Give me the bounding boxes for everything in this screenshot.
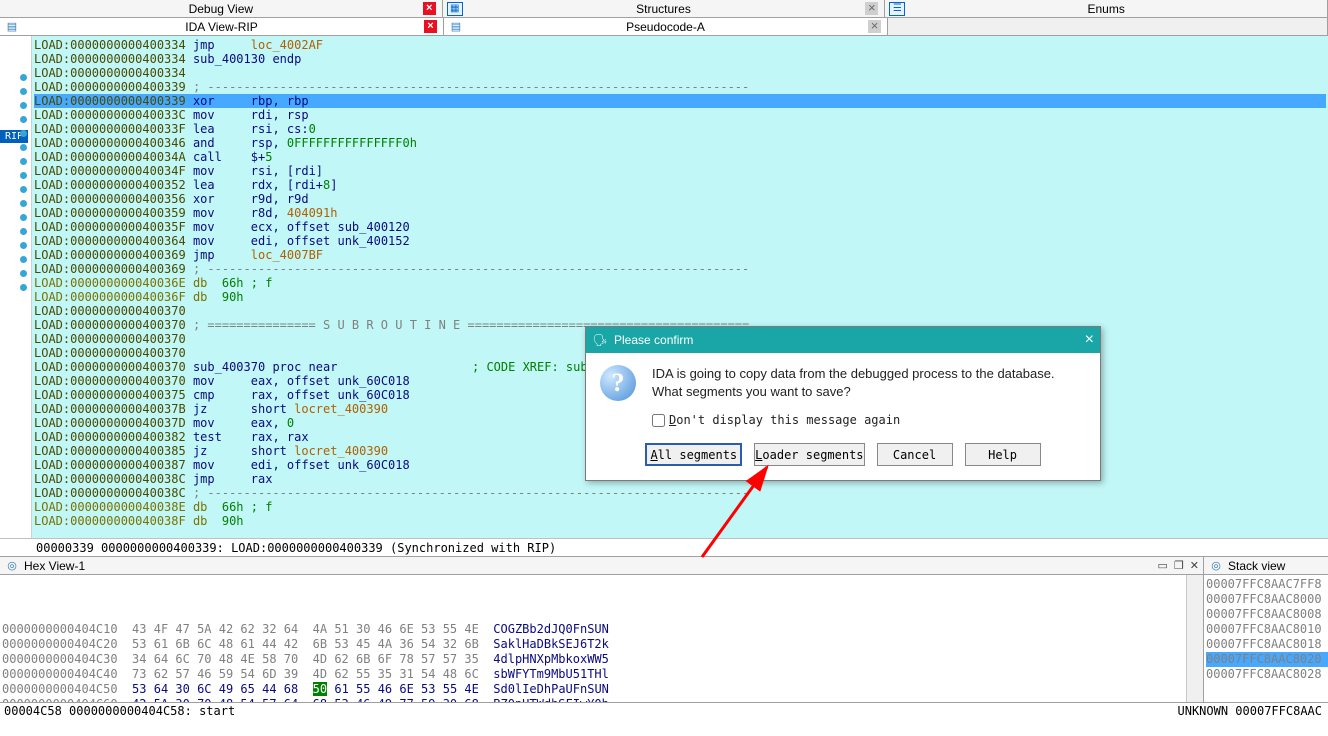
document-icon: ▤ — [448, 20, 464, 34]
disasm-line[interactable]: LOAD:0000000000400364 mov edi, offset un… — [34, 234, 1326, 248]
close-icon[interactable]: × — [865, 2, 878, 15]
structures-icon: ▦ — [447, 2, 463, 16]
dont-display-checkbox[interactable] — [652, 414, 665, 427]
stack-line[interactable]: 00007FFC8AAC8018 — [1206, 637, 1328, 652]
footer-right-text: UNKNOWN 00007FFC8AAC — [1178, 704, 1328, 718]
disasm-line[interactable]: LOAD:000000000040033F lea rsi, cs:0 — [34, 122, 1326, 136]
disasm-line[interactable]: LOAD:000000000040036E db 66h ; f — [34, 276, 1326, 290]
stack-view-panel: ◎ Stack view 00007FFC8AAC7FF800007FFC8AA… — [1204, 557, 1328, 702]
disasm-line[interactable]: LOAD:000000000040033C mov rdi, rsp — [34, 108, 1326, 122]
tab-ida-view-rip-label: IDA View-RIP — [185, 20, 257, 34]
all-segments-button[interactable]: All segments — [645, 443, 742, 466]
app-icon: 🗣 — [592, 332, 608, 348]
hex-view-panel: ◎ Hex View-1 ▭ ❐ ✕ 0000000000404C10 43 4… — [0, 557, 1204, 702]
close-icon[interactable]: × — [868, 20, 881, 33]
disasm-line[interactable]: LOAD:000000000040038E db 66h ; f — [34, 500, 1326, 514]
stack-line[interactable]: 00007FFC8AAC8020 — [1206, 652, 1328, 667]
dont-display-label: Don't display this message again — [669, 411, 900, 429]
dialog-title-text: Please confirm — [614, 333, 693, 347]
scrollbar-vertical[interactable] — [1186, 575, 1203, 702]
hex-line[interactable]: 0000000000404C50 53 64 30 6C 49 65 44 68… — [2, 682, 1203, 697]
document-icon: ▤ — [4, 20, 20, 34]
hex-view-title: Hex View-1 — [24, 559, 85, 573]
enums-icon: ☰ — [889, 2, 905, 16]
minimize-icon[interactable]: ▭ — [1158, 559, 1168, 572]
tab-remainder — [888, 18, 1328, 35]
tab-structures-label: Structures — [636, 2, 691, 16]
disasm-line[interactable]: LOAD:000000000040034F mov rsi, [rdi] — [34, 164, 1326, 178]
dialog-line2: What segments you want to save? — [652, 383, 1055, 401]
disasm-status-text: 00000339 0000000000400339: LOAD:00000000… — [36, 541, 556, 555]
disasm-line[interactable]: LOAD:0000000000400369 jmp loc_4007BF — [34, 248, 1326, 262]
breakpoint-gutter[interactable] — [20, 74, 27, 298]
stack-line[interactable]: 00007FFC8AAC8000 — [1206, 592, 1328, 607]
hex-view-body[interactable]: 0000000000404C10 43 4F 47 5A 42 62 32 64… — [0, 575, 1203, 702]
tab-debug-view[interactable]: Debug View × — [0, 0, 443, 17]
disasm-line[interactable]: LOAD:000000000040036F db 90h — [34, 290, 1326, 304]
dialog-line1: IDA is going to copy data from the debug… — [652, 365, 1055, 383]
disasm-line[interactable]: LOAD:000000000040038F db 90h — [34, 514, 1326, 528]
dont-display-row[interactable]: Don't display this message again — [652, 411, 1055, 429]
disasm-line[interactable]: LOAD:0000000000400334 — [34, 66, 1326, 80]
stack-view-header[interactable]: ◎ Stack view — [1204, 557, 1328, 575]
footer-status-bar: 00004C58 0000000000404C58: start UNKNOWN… — [0, 702, 1328, 719]
disasm-line[interactable]: LOAD:0000000000400346 and rsp, 0FFFFFFFF… — [34, 136, 1326, 150]
disasm-line[interactable]: LOAD:000000000040038C ; ----------------… — [34, 486, 1326, 500]
stack-line[interactable]: 00007FFC8AAC8028 — [1206, 667, 1328, 682]
stack-view-body[interactable]: 00007FFC8AAC7FF800007FFC8AAC800000007FFC… — [1204, 575, 1328, 702]
disasm-line[interactable]: LOAD:0000000000400334 sub_400130 endp — [34, 52, 1326, 66]
help-button[interactable]: Help — [965, 443, 1041, 466]
close-icon[interactable]: × — [1085, 331, 1094, 349]
loader-segments-button[interactable]: Loader segments — [754, 443, 864, 466]
disasm-line[interactable]: LOAD:000000000040034A call $+5 — [34, 150, 1326, 164]
hex-line[interactable]: 0000000000404C30 34 64 6C 70 48 4E 58 70… — [2, 652, 1203, 667]
tab-structures[interactable]: ▦ Structures × — [443, 0, 886, 17]
close-icon[interactable]: × — [424, 20, 437, 33]
dialog-button-row: All segments Loader segments Cancel Help — [586, 433, 1100, 480]
tab-pseudocode-a-label: Pseudocode-A — [626, 20, 705, 34]
dialog-message: IDA is going to copy data from the debug… — [652, 365, 1055, 429]
disasm-line[interactable]: LOAD:000000000040035F mov ecx, offset su… — [34, 220, 1326, 234]
disasm-line[interactable]: LOAD:0000000000400369 ; ----------------… — [34, 262, 1326, 276]
hex-view-header[interactable]: ◎ Hex View-1 ▭ ❐ ✕ — [0, 557, 1203, 575]
footer-left-text: 00004C58 0000000000404C58: start — [0, 704, 235, 718]
disasm-line[interactable]: LOAD:0000000000400359 mov r8d, 404091h — [34, 206, 1326, 220]
hex-line[interactable]: 0000000000404C40 73 62 57 46 59 54 6D 39… — [2, 667, 1203, 682]
stack-line[interactable]: 00007FFC8AAC8008 — [1206, 607, 1328, 622]
close-icon[interactable]: ✕ — [1190, 559, 1199, 572]
disasm-line[interactable]: LOAD:0000000000400339 xor rbp, rbp — [34, 94, 1326, 108]
dialog-titlebar[interactable]: 🗣 Please confirm × — [586, 327, 1100, 353]
hex-line[interactable]: 0000000000404C20 53 61 6B 6C 48 61 44 42… — [2, 637, 1203, 652]
bottom-panels: ◎ Hex View-1 ▭ ❐ ✕ 0000000000404C10 43 4… — [0, 556, 1328, 702]
tab-debug-view-label: Debug View — [189, 2, 254, 16]
hex-line[interactable]: 0000000000404C60 42 5A 30 70 48 54 57 64… — [2, 697, 1203, 702]
hex-line[interactable]: 0000000000404C10 43 4F 47 5A 42 62 32 64… — [2, 622, 1203, 637]
disasm-line[interactable]: LOAD:0000000000400334 jmp loc_4002AF — [34, 38, 1326, 52]
hex-icon: ◎ — [4, 559, 20, 573]
question-icon: ? — [600, 365, 636, 401]
disasm-line[interactable]: LOAD:0000000000400339 ; ----------------… — [34, 80, 1326, 94]
dialog-body: ? IDA is going to copy data from the deb… — [586, 353, 1100, 433]
disasm-status-bar: 00000339 0000000000400339: LOAD:00000000… — [0, 538, 1328, 556]
tab-ida-view-rip[interactable]: ▤ IDA View-RIP × — [0, 18, 444, 35]
disasm-gutter: RIP — [0, 36, 32, 538]
stack-icon: ◎ — [1208, 559, 1224, 573]
close-icon[interactable]: × — [423, 2, 436, 15]
disasm-line[interactable]: LOAD:0000000000400352 lea rdx, [rdi+8] — [34, 178, 1326, 192]
stack-line[interactable]: 00007FFC8AAC7FF8 — [1206, 577, 1328, 592]
panel-window-controls[interactable]: ▭ ❐ ✕ — [1158, 559, 1200, 572]
top-tabstrip: Debug View × ▦ Structures × ☰ Enums — [0, 0, 1328, 18]
tab-enums[interactable]: ☰ Enums — [885, 0, 1328, 17]
sub-tabstrip: ▤ IDA View-RIP × ▤ Pseudocode-A × — [0, 18, 1328, 36]
stack-line[interactable]: 00007FFC8AAC8010 — [1206, 622, 1328, 637]
disasm-line[interactable]: LOAD:0000000000400356 xor r9d, r9d — [34, 192, 1326, 206]
cancel-button[interactable]: Cancel — [877, 443, 953, 466]
stack-view-title: Stack view — [1228, 559, 1285, 573]
tab-pseudocode-a[interactable]: ▤ Pseudocode-A × — [444, 18, 888, 35]
disasm-line[interactable]: LOAD:0000000000400370 — [34, 304, 1326, 318]
restore-icon[interactable]: ❐ — [1174, 559, 1184, 572]
tab-enums-label: Enums — [1088, 2, 1125, 16]
confirm-dialog: 🗣 Please confirm × ? IDA is going to cop… — [585, 326, 1101, 481]
